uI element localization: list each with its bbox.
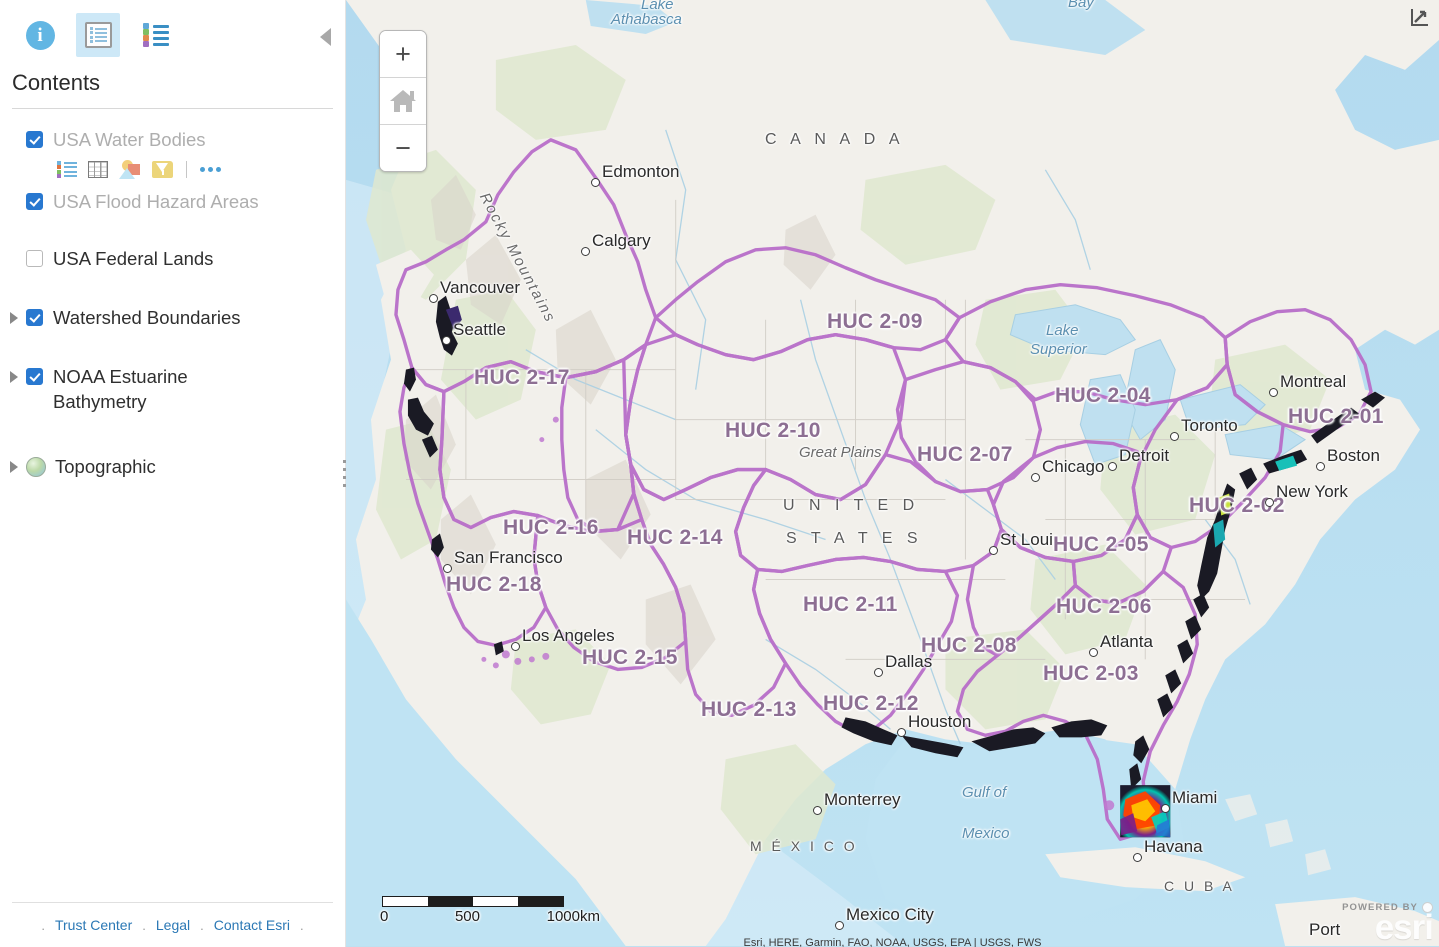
panel-title: Contents: [12, 70, 101, 95]
esri-logo: POWERED BY esri: [1342, 902, 1434, 947]
layer-row-watershed-boundaries[interactable]: Watershed Boundaries: [0, 299, 345, 336]
scale-tick-1000: 1000km: [546, 908, 600, 925]
collapse-panel-arrow-icon[interactable]: [320, 28, 331, 46]
layer-label: Topographic: [55, 456, 156, 477]
expand-icon[interactable]: [10, 371, 18, 383]
contents-tab[interactable]: [76, 13, 120, 57]
zoom-controls: + −: [379, 30, 427, 172]
zoom-out-button[interactable]: −: [380, 124, 426, 171]
attribute-table-icon[interactable]: [88, 161, 108, 178]
map-view[interactable]: HUC 2-17 HUC 2-09 HUC 2-10 HUC 2-07 HUC …: [346, 0, 1439, 947]
layer-label: USA Flood Hazard Areas: [53, 191, 259, 212]
city-dot: [443, 564, 452, 573]
scale-bar-graphic: [382, 896, 564, 907]
actions-divider: [186, 161, 187, 178]
basemap-globe-icon: [26, 457, 46, 477]
contents-panel: i Contents USA Water Bodies USA Flood Ha…: [0, 0, 346, 947]
panel-toolbar: i: [0, 0, 345, 70]
layer-list: USA Water Bodies USA Flood Hazard Areas …: [0, 109, 345, 902]
scale-bar-ticks: 0 500 1000km: [380, 908, 600, 925]
info-icon: i: [25, 20, 55, 50]
expand-icon[interactable]: [10, 312, 18, 324]
contents-icon: [84, 22, 112, 48]
change-symbology-icon[interactable]: [119, 160, 141, 179]
expand-map-button[interactable]: [1409, 6, 1431, 28]
map-attribution: Esri, HERE, Garmin, FAO, NOAA, USGS, EPA…: [743, 937, 1042, 947]
city-dot: [1269, 388, 1278, 397]
city-dot: [835, 921, 844, 930]
layer-row-noaa-estuarine-bathymetry[interactable]: NOAA Estuarine Bathymetry: [0, 358, 345, 420]
city-dot: [429, 294, 438, 303]
more-options-icon[interactable]: [200, 167, 221, 172]
layer-visibility-checkbox[interactable]: [26, 250, 43, 267]
footer-separator: .: [142, 917, 146, 933]
city-dot: [1265, 498, 1274, 507]
legend-tab[interactable]: [134, 13, 178, 57]
esri-wordmark: esri: [1374, 908, 1434, 947]
city-dot: [581, 247, 590, 256]
home-icon: [390, 90, 416, 112]
scale-tick-500: 500: [454, 908, 480, 925]
footer-separator: .: [41, 917, 45, 933]
city-dot: [591, 178, 600, 187]
expand-icon: [1411, 9, 1428, 26]
layer-visibility-checkbox[interactable]: [26, 131, 43, 148]
map-graphics: [346, 0, 1439, 947]
panel-resize-handle[interactable]: [342, 0, 347, 947]
city-dot: [1316, 462, 1325, 471]
footer-link-trust-center[interactable]: Trust Center: [55, 917, 132, 933]
layer-actions-usa-water-bodies: [0, 158, 345, 183]
layer-row-usa-water-bodies[interactable]: USA Water Bodies: [0, 121, 345, 158]
layer-label: USA Federal Lands: [53, 248, 214, 269]
layer-visibility-checkbox[interactable]: [26, 193, 43, 210]
layer-label: NOAA Estuarine Bathymetry: [53, 366, 188, 412]
footer-separator: .: [300, 917, 304, 933]
footer-link-contact-esri[interactable]: Contact Esri: [214, 917, 290, 933]
city-dot: [1133, 853, 1142, 862]
city-dot: [1031, 473, 1040, 482]
drag-handle-icon: [343, 460, 346, 487]
about-tab[interactable]: i: [18, 13, 62, 57]
scale-tick-0: 0: [380, 908, 389, 925]
zoom-in-button[interactable]: +: [380, 31, 426, 77]
scale-bar: 0 500 1000km: [380, 896, 600, 925]
legend-icon: [143, 23, 169, 47]
city-dot: [989, 546, 998, 555]
footer-divider: [12, 902, 333, 903]
panel-footer: . Trust Center . Legal . Contact Esri .: [0, 902, 345, 947]
footer-link-legal[interactable]: Legal: [156, 917, 190, 933]
home-button[interactable]: [380, 77, 426, 124]
city-dot: [1089, 648, 1098, 657]
city-dot: [1170, 432, 1179, 441]
show-legend-icon[interactable]: [57, 160, 77, 179]
city-dot: [1161, 804, 1170, 813]
layer-label: USA Water Bodies: [53, 129, 206, 150]
city-dot: [897, 728, 906, 737]
layer-row-topographic[interactable]: Topographic: [0, 448, 345, 485]
footer-links: . Trust Center . Legal . Contact Esri .: [0, 917, 345, 933]
layer-visibility-checkbox[interactable]: [26, 309, 43, 326]
city-dot: [511, 642, 520, 651]
city-dot: [1108, 462, 1117, 471]
city-dot: [442, 336, 451, 345]
layer-visibility-checkbox[interactable]: [26, 368, 43, 385]
filter-icon[interactable]: [152, 160, 173, 179]
layer-row-usa-federal-lands[interactable]: USA Federal Lands: [0, 240, 345, 277]
layer-label: Watershed Boundaries: [53, 307, 241, 328]
city-dot: [813, 806, 822, 815]
layer-row-usa-flood-hazard-areas[interactable]: USA Flood Hazard Areas: [0, 183, 345, 220]
expand-icon[interactable]: [10, 461, 18, 473]
map-viewer-app: i Contents USA Water Bodies USA Flood Ha…: [0, 0, 1439, 947]
city-dot: [874, 668, 883, 677]
footer-separator: .: [200, 917, 204, 933]
